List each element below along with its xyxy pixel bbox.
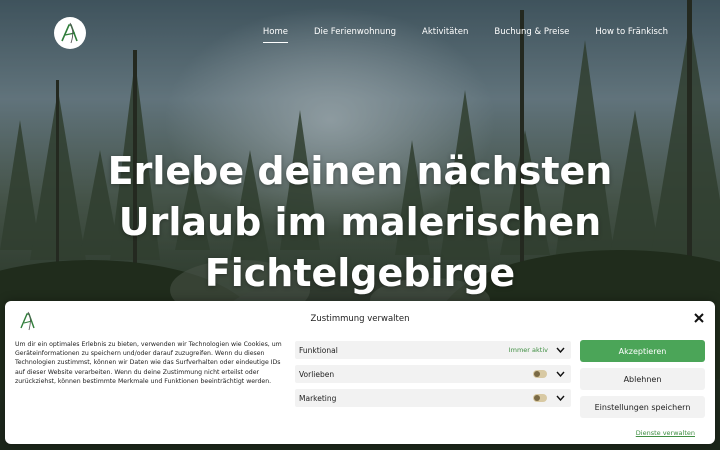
category-funktional[interactable]: Funktional Immer aktiv (295, 341, 571, 359)
close-icon[interactable] (693, 312, 705, 324)
cookie-consent-dialog: Zustimmung verwalten Um dir ein optimale… (5, 301, 715, 444)
deny-button[interactable]: Ablehnen (580, 368, 705, 390)
category-label: Funktional (299, 345, 338, 355)
category-label: Vorlieben (299, 369, 335, 379)
accept-button[interactable]: Akzeptieren (580, 340, 705, 362)
vorlieben-toggle[interactable] (533, 370, 547, 378)
nav-item-home[interactable]: Home (262, 27, 289, 43)
hero-headline: Erlebe deinen nächsten Urlaub im maleris… (60, 146, 660, 299)
category-label: Marketing (299, 393, 337, 403)
headline-line-2: Urlaub im malerischen (118, 200, 602, 244)
logo-icon (61, 22, 78, 44)
manage-services-link[interactable]: Dienste verwalten (636, 429, 695, 437)
always-active-badge: Immer aktiv (508, 346, 548, 354)
nav-item-buchung[interactable]: Buchung & Preise (494, 27, 569, 37)
category-vorlieben[interactable]: Vorlieben (295, 365, 571, 383)
chevron-down-icon[interactable] (556, 371, 565, 377)
category-marketing[interactable]: Marketing (295, 389, 571, 407)
nav-item-aktivitaeten[interactable]: Aktivitäten (422, 27, 468, 37)
headline-line-1: Erlebe deinen nächsten (107, 149, 613, 193)
marketing-toggle[interactable] (533, 394, 547, 402)
nav-item-ferienwohnung[interactable]: Die Ferienwohnung (314, 27, 396, 37)
nav-item-how-to-fraenkisch[interactable]: How to Fränkisch (595, 27, 668, 37)
consent-description: Um dir ein optimales Erlebnis zu bieten,… (15, 341, 282, 385)
save-preferences-button[interactable]: Einstellungen speichern (580, 396, 705, 418)
site-logo[interactable] (54, 17, 86, 49)
chevron-down-icon[interactable] (556, 395, 565, 401)
headline-line-3: Fichtelgebirge (204, 251, 516, 295)
chevron-down-icon[interactable] (556, 347, 565, 353)
consent-title: Zustimmung verwalten (310, 314, 410, 324)
main-navigation: Home Die Ferienwohnung Aktivitäten Buchu… (262, 27, 668, 43)
